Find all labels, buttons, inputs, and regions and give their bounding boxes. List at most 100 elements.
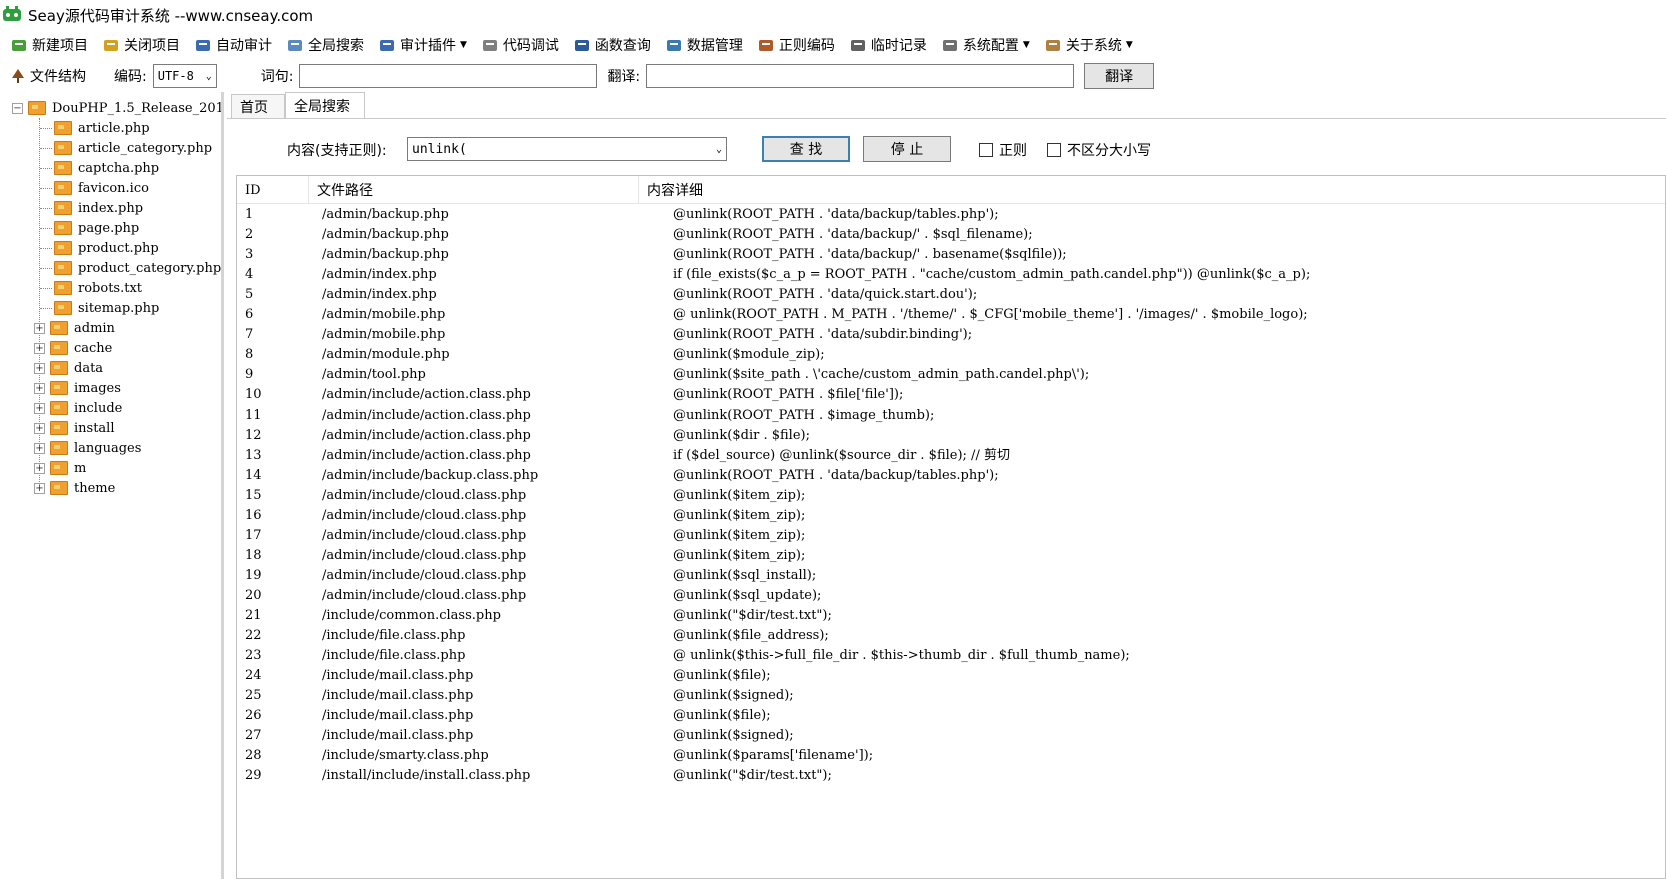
table-row[interactable]: 17/admin/include/cloud.class.php @unlink(…: [237, 526, 1665, 546]
table-row[interactable]: 26/include/mail.class.php @unlink($file);: [237, 706, 1665, 726]
expand-icon[interactable]: +: [34, 462, 45, 474]
tree-folder-item[interactable]: + data: [34, 358, 103, 378]
expand-icon[interactable]: +: [34, 382, 45, 394]
column-header-id[interactable]: ID: [237, 176, 309, 204]
tree-root-folder[interactable]: − DouPHP_1.5_Release_2019: [12, 98, 221, 118]
table-row[interactable]: 12/admin/include/action.class.php @unlink…: [237, 426, 1665, 446]
collapse-icon[interactable]: −: [12, 102, 23, 114]
tree-folder-item[interactable]: + admin: [34, 318, 115, 338]
toolbar-label: 审计插件: [400, 38, 456, 54]
table-row[interactable]: 14/admin/include/backup.class.php @unlink…: [237, 466, 1665, 486]
expand-icon[interactable]: +: [34, 482, 45, 494]
toolbar-about-button[interactable]: 关于系统 ▼: [1044, 33, 1133, 57]
table-row[interactable]: 16/admin/include/cloud.class.php @unlink(…: [237, 506, 1665, 526]
tree-folder-item[interactable]: + include: [34, 398, 122, 418]
content-value: unlink(: [412, 141, 467, 157]
file-tree-panel[interactable]: − DouPHP_1.5_Release_2019 article.php artic…: [0, 92, 224, 879]
table-row[interactable]: 15/admin/include/cloud.class.php @unlink(…: [237, 486, 1665, 506]
expand-icon[interactable]: +: [34, 362, 45, 374]
toolbar-function-query-button[interactable]: 函数查询: [573, 33, 651, 57]
tree-folder-item[interactable]: + images: [34, 378, 121, 398]
tree-folder-item[interactable]: + m: [34, 458, 86, 478]
expand-icon[interactable]: +: [34, 402, 45, 414]
expand-icon[interactable]: +: [34, 422, 45, 434]
tree-file-item[interactable]: article.php: [40, 118, 150, 138]
toolbar-close-project-button[interactable]: 关闭项目: [102, 33, 180, 57]
table-row[interactable]: 27/include/mail.class.php @unlink($signed…: [237, 726, 1665, 746]
dropdown-arrow-icon[interactable]: ▼: [1126, 40, 1133, 50]
tree-file-item[interactable]: favicon.ico: [40, 178, 149, 198]
tree-file-item[interactable]: sitemap.php: [40, 298, 159, 318]
find-button[interactable]: 查 找: [762, 136, 850, 162]
dropdown-arrow-icon[interactable]: ▼: [460, 40, 467, 50]
table-row[interactable]: 13/admin/include/action.class.php if ($de…: [237, 446, 1665, 466]
toolbar-temp-record-button[interactable]: 临时记录: [849, 33, 927, 57]
tree-folder-item[interactable]: + install: [34, 418, 115, 438]
content-combobox[interactable]: unlink( ⌄: [407, 137, 727, 161]
tree-folder-item[interactable]: + theme: [34, 478, 115, 498]
stop-button[interactable]: 停 止: [863, 136, 951, 162]
tree-file-item[interactable]: page.php: [40, 218, 139, 238]
tree-file-item[interactable]: robots.txt: [40, 278, 142, 298]
table-row[interactable]: 25/include/mail.class.php @unlink($signed…: [237, 686, 1665, 706]
table-row[interactable]: 23/include/file.class.php @ unlink($this-…: [237, 646, 1665, 666]
toolbar-regex-encode-button[interactable]: 正则编码: [757, 33, 835, 57]
table-row[interactable]: 5/admin/index.php @unlink(ROOT_PATH . 'da…: [237, 285, 1665, 305]
table-row[interactable]: 2/admin/backup.php @unlink(ROOT_PATH . 'd…: [237, 225, 1665, 245]
file-structure-label[interactable]: 文件结构: [30, 66, 86, 86]
results-header: ID 文件路径 内容详细: [237, 176, 1665, 204]
toolbar-global-search-button[interactable]: 全局搜索: [286, 33, 364, 57]
ignore-case-checkbox-box[interactable]: [1047, 143, 1061, 157]
table-row[interactable]: 18/admin/include/cloud.class.php @unlink(…: [237, 546, 1665, 566]
tree-folder-item[interactable]: + cache: [34, 338, 112, 358]
table-row[interactable]: 29/install/include/install.class.php @unl…: [237, 766, 1665, 786]
main-toolbar: 新建项目 关闭项目 自动审计 全局搜索 审计插件 ▼ 代码调试 函数查询 数据管理 正则编码 临时记…: [0, 31, 1666, 59]
table-row[interactable]: 10/admin/include/action.class.php @unlink…: [237, 385, 1665, 405]
table-row[interactable]: 11/admin/include/action.class.php @unlink…: [237, 406, 1665, 426]
column-header-path[interactable]: 文件路径: [309, 176, 639, 204]
toolbar-auto-audit-button[interactable]: 自动审计: [194, 33, 272, 57]
table-row[interactable]: 22/include/file.class.php @unlink($file_a…: [237, 626, 1665, 646]
regex-checkbox-box[interactable]: [979, 143, 993, 157]
table-row[interactable]: 3/admin/backup.php @unlink(ROOT_PATH . 'd…: [237, 245, 1665, 265]
result-id: 25: [245, 688, 262, 704]
dropdown-arrow-icon[interactable]: ▼: [1023, 40, 1030, 50]
regex-checkbox[interactable]: 正则: [979, 140, 1027, 160]
tab-global-search[interactable]: 全局搜索: [285, 92, 365, 118]
expand-icon[interactable]: +: [34, 342, 45, 354]
tree-file-item[interactable]: article_category.php: [40, 138, 212, 158]
encoding-select[interactable]: UTF-8 ⌄: [152, 64, 217, 88]
toolbar-code-debug-button[interactable]: 代码调试: [481, 33, 559, 57]
tree-folder-item[interactable]: + languages: [34, 438, 141, 458]
table-row[interactable]: 21/include/common.class.php @unlink("$dir…: [237, 606, 1665, 626]
expand-icon[interactable]: +: [34, 322, 45, 334]
search-results-list[interactable]: ID 文件路径 内容详细 1/admin/backup.php @unlink(R…: [236, 175, 1666, 879]
toolbar-data-manage-button[interactable]: 数据管理: [665, 33, 743, 57]
word-input[interactable]: [299, 64, 598, 88]
tree-file-item[interactable]: product_category.php: [40, 258, 221, 278]
tree-file-item[interactable]: captcha.php: [40, 158, 159, 178]
table-row[interactable]: 19/admin/include/cloud.class.php @unlink(…: [237, 566, 1665, 586]
result-detail: @unlink(ROOT_PATH . $file['file']);: [673, 387, 904, 403]
table-row[interactable]: 9/admin/tool.php @unlink($site_path . \'c…: [237, 365, 1665, 385]
translate-button[interactable]: 翻译: [1084, 63, 1155, 89]
tree-file-item[interactable]: product.php: [40, 238, 159, 258]
toolbar-audit-plugin-button[interactable]: 审计插件 ▼: [378, 33, 467, 57]
tree-folder-label: admin: [74, 320, 115, 336]
table-row[interactable]: 24/include/mail.class.php @unlink($file);: [237, 666, 1665, 686]
table-row[interactable]: 28/include/smarty.class.php @unlink($para…: [237, 746, 1665, 766]
column-header-detail[interactable]: 内容详细: [639, 176, 1665, 204]
expand-icon[interactable]: +: [34, 442, 45, 454]
table-row[interactable]: 4/admin/index.php if (file_exists($c_a_p …: [237, 265, 1665, 285]
toolbar-system-config-button[interactable]: 系统配置 ▼: [941, 33, 1030, 57]
toolbar-new-project-button[interactable]: 新建项目: [10, 33, 88, 57]
table-row[interactable]: 20/admin/include/cloud.class.php @unlink(…: [237, 586, 1665, 606]
tree-file-item[interactable]: index.php: [40, 198, 143, 218]
table-row[interactable]: 6/admin/mobile.php @ unlink(ROOT_PATH . M…: [237, 305, 1665, 325]
table-row[interactable]: 7/admin/mobile.php @unlink(ROOT_PATH . 'd…: [237, 325, 1665, 345]
tab-home[interactable]: 首页: [231, 94, 285, 118]
table-row[interactable]: 1/admin/backup.php @unlink(ROOT_PATH . 'd…: [237, 205, 1665, 225]
translate-input[interactable]: [646, 64, 1075, 88]
ignore-case-checkbox[interactable]: 不区分大小写: [1047, 140, 1151, 160]
table-row[interactable]: 8/admin/module.php @unlink($module_zip);: [237, 345, 1665, 365]
